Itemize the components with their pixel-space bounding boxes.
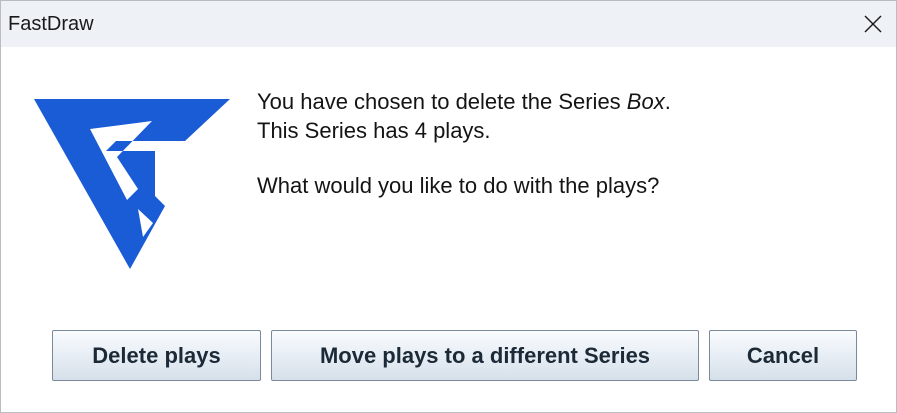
message-spacer: [257, 145, 671, 171]
title-bar: FastDraw: [1, 1, 896, 47]
cancel-button[interactable]: Cancel: [709, 330, 857, 381]
dialog-message: You have chosen to delete the Series Box…: [257, 87, 671, 200]
window-title: FastDraw: [8, 13, 94, 35]
message-line-question: What would you like to do with the plays…: [257, 173, 660, 198]
fastdraw-logo-icon: [34, 99, 230, 269]
dialog-window: FastDraw You have chosen to delete the S…: [0, 0, 897, 413]
delete-plays-button[interactable]: Delete plays: [52, 330, 261, 381]
message-line-delete-series: You have chosen to delete the Series Box…: [257, 89, 671, 114]
move-plays-button[interactable]: Move plays to a different Series: [271, 330, 699, 381]
series-name: Box: [626, 89, 665, 114]
close-button[interactable]: [850, 1, 896, 47]
close-icon: [864, 15, 882, 33]
message-line-play-count: This Series has 4 plays.: [257, 118, 491, 143]
